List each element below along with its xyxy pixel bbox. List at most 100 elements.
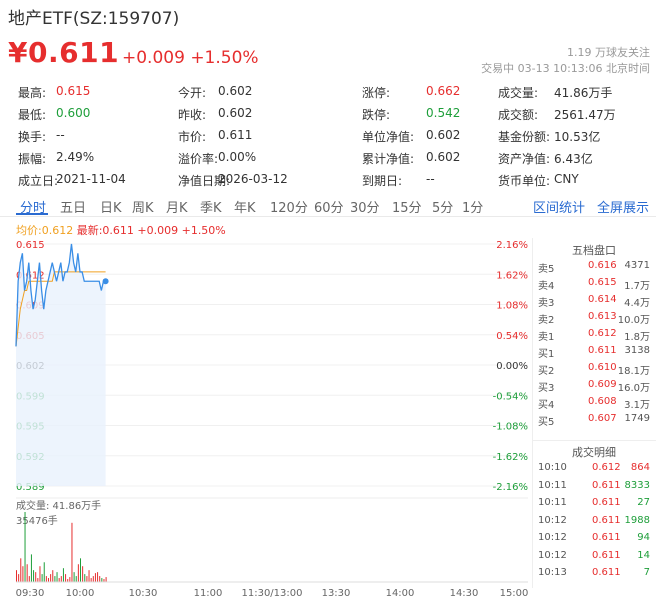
trade-time: 10:11	[538, 497, 567, 508]
volume-bar	[88, 570, 90, 582]
x-tick: 14:00	[386, 588, 415, 599]
list-item: 卖1 0.612 1.8万	[536, 326, 652, 343]
volume-bar	[80, 558, 81, 582]
panel-heading: 成交明细	[572, 446, 616, 459]
quote-value: 0.602	[218, 84, 253, 98]
quote-label: 振幅:	[18, 152, 47, 166]
quote-label: 涨停:	[362, 86, 391, 100]
y-tick-right: -2.16%	[493, 482, 528, 493]
price-area	[16, 244, 106, 486]
book-volume: 3.1万	[624, 400, 650, 411]
volume-bar	[105, 577, 107, 582]
panel-heading: 五档盘口	[572, 244, 616, 257]
volume-bar	[33, 570, 35, 582]
trade-time: 10:12	[538, 514, 567, 526]
volume-bar	[92, 576, 94, 582]
intraday-chart[interactable]: 0.6152.16%0.6121.62%0.6091.08%0.6050.54%…	[0, 230, 530, 610]
volume-bar	[77, 564, 79, 582]
tab-2[interactable]: 日K	[100, 197, 122, 216]
volume-bar	[99, 576, 101, 582]
tab-10[interactable]: 15分	[392, 197, 422, 216]
trade-volume: 864	[630, 462, 650, 473]
volume-bar	[43, 562, 45, 582]
stock-title: 地产ETF(SZ:159707)	[8, 9, 180, 29]
y-tick-left: 0.615	[16, 240, 45, 251]
quote-label: 昨收:	[178, 108, 207, 122]
volume-bar	[41, 574, 43, 582]
y-tick-right: 2.16%	[496, 240, 528, 251]
volume-bar	[90, 578, 92, 582]
tab-11[interactable]: 5分	[432, 197, 453, 216]
volume-bar	[28, 576, 30, 582]
volume-bar	[54, 576, 56, 582]
tab-5[interactable]: 季K	[200, 197, 222, 216]
quote-label: 成立日:	[18, 174, 59, 188]
volume-bar	[75, 576, 77, 582]
tab-8[interactable]: 60分	[314, 197, 344, 216]
quote-label: 到期日:	[362, 174, 403, 188]
volume-bar	[52, 570, 54, 582]
book-volume: 1.7万	[624, 281, 650, 292]
y-tick-right: -1.62%	[493, 452, 528, 463]
book-price: 0.607	[588, 413, 617, 424]
quote-label: 基金份额:	[498, 130, 551, 144]
list-item: 卖4 0.615 1.7万	[536, 275, 652, 292]
quote-value: 2026-03-12	[218, 172, 288, 186]
tab-9[interactable]: 30分	[350, 197, 380, 216]
fullscreen-link[interactable]: 全屏展示	[597, 197, 649, 216]
trade-volume: 94	[637, 532, 650, 543]
tab-6[interactable]: 年K	[234, 197, 256, 216]
list-item: 10:12 0.611 14	[536, 548, 652, 565]
book-volume: 1749	[624, 413, 650, 424]
book-volume: 4.4万	[624, 298, 650, 309]
panel-divider	[532, 238, 533, 588]
list-item: 买5 0.607 1749	[536, 411, 652, 428]
book-price: 0.608	[588, 396, 617, 407]
interval-stats-link[interactable]: 区间统计	[533, 197, 585, 216]
tab-12[interactable]: 1分	[462, 197, 483, 216]
volume-bar	[82, 566, 84, 582]
tab-4[interactable]: 月K	[166, 197, 188, 216]
volume-bar	[39, 566, 41, 582]
volume-max-label: 35476手	[16, 514, 58, 527]
y-tick-right: 0.00%	[496, 361, 528, 372]
volume-bar	[20, 558, 22, 582]
x-tick: 10:30	[129, 588, 158, 599]
list-item: 10:12 0.611 94	[536, 530, 652, 547]
tab-7[interactable]: 120分	[270, 197, 308, 216]
trade-price: 0.611	[592, 532, 621, 543]
quote-value: 0.611	[218, 128, 253, 142]
list-item: 10:13 0.611 7	[536, 565, 652, 582]
book-level: 卖1	[538, 332, 555, 343]
x-tick: 10:00	[66, 588, 95, 599]
quote-label: 最高:	[18, 86, 47, 100]
book-level: 买3	[538, 383, 555, 394]
quote-value: 6.43亿	[554, 152, 593, 166]
trade-price: 0.612	[592, 462, 621, 473]
volume-bar	[30, 554, 32, 582]
trade-time: 10:12	[538, 549, 567, 561]
tab-0[interactable]: 分时	[20, 197, 46, 216]
quote-label: 最低:	[18, 108, 47, 122]
quote-label: 今开:	[178, 86, 207, 100]
volume-bar	[97, 572, 99, 582]
trade-price: 0.611	[592, 567, 621, 578]
quote-label: 成交额:	[498, 108, 539, 122]
tab-1[interactable]: 五日	[60, 197, 86, 216]
quote-value: --	[426, 172, 435, 186]
quote-value: 2561.47万	[554, 108, 616, 122]
volume-bar	[69, 577, 71, 582]
list-item: 10:10 0.612 864	[536, 460, 652, 477]
price-change: +0.009 +1.50%	[122, 48, 259, 68]
trade-volume: 7	[643, 567, 650, 578]
y-tick-right: 1.62%	[496, 270, 528, 281]
quote-value: 0.662	[426, 84, 461, 98]
quote-label: 累计净值:	[362, 152, 415, 166]
quote-value: 2021-11-04	[56, 172, 126, 186]
followers-count: 1.19 万球友关注	[567, 46, 650, 59]
trade-time: 10:12	[538, 532, 567, 543]
trading-status: 交易中 03-13 10:13:06 北京时间	[481, 62, 650, 75]
list-item: 卖3 0.614 4.4万	[536, 292, 652, 309]
tab-3[interactable]: 周K	[132, 197, 154, 216]
book-level: 买1	[538, 349, 555, 360]
